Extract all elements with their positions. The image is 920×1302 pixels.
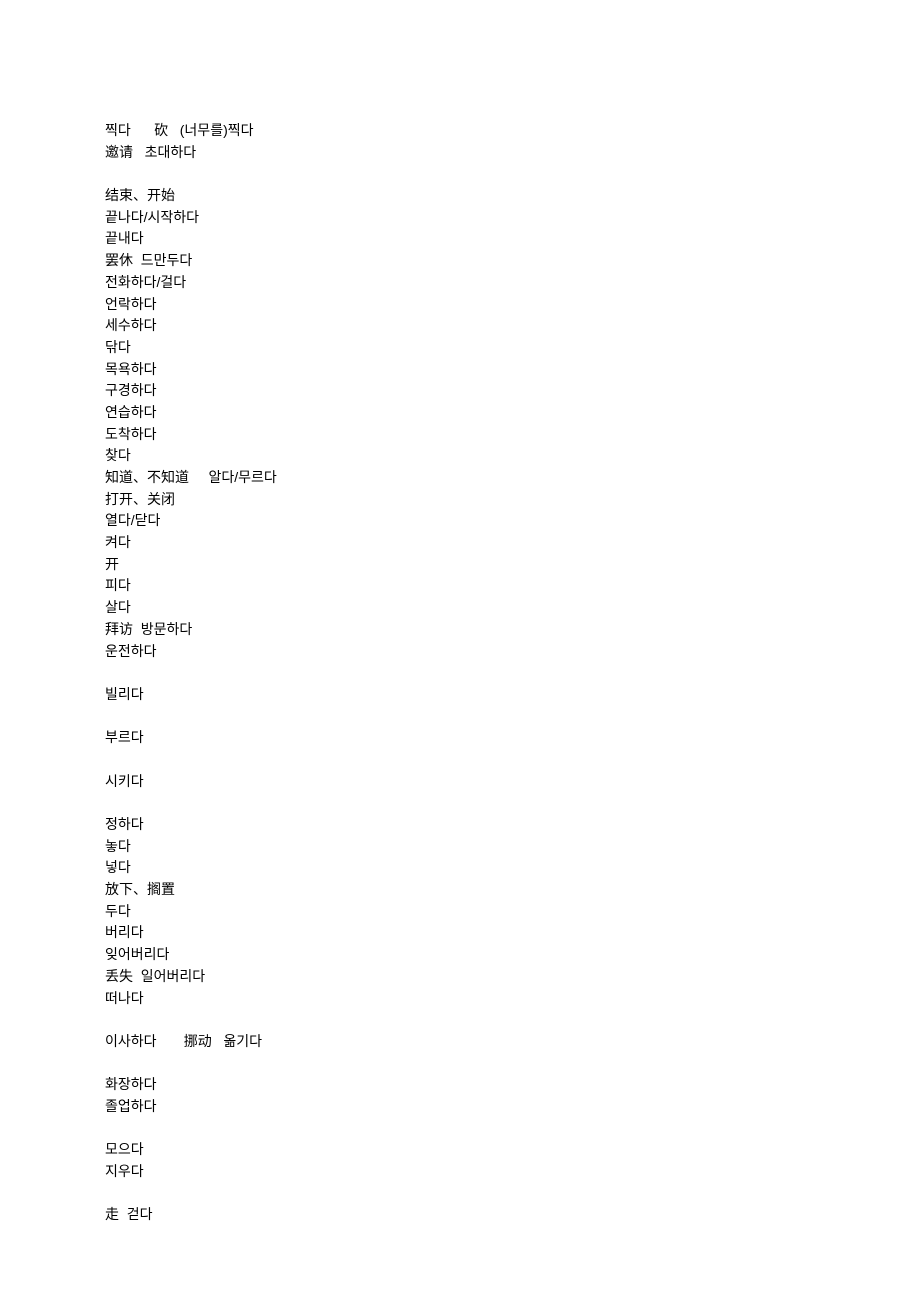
- text-line: 세수하다: [105, 315, 815, 337]
- text-line: 빌리다: [105, 684, 815, 706]
- text-line: 놓다: [105, 836, 815, 858]
- text-line: 开: [105, 554, 815, 576]
- text-line: 邀请 초대하다: [105, 142, 815, 164]
- text-line: 전화하다/걸다: [105, 272, 815, 294]
- text-line: 모으다: [105, 1139, 815, 1161]
- text-line: 이사하다 挪动 옮기다: [105, 1031, 815, 1053]
- text-line: 知道、不知道 알다/무르다: [105, 467, 815, 489]
- text-line: 찍다 砍 (너무를)찍다: [105, 120, 815, 142]
- text-line: 살다: [105, 597, 815, 619]
- text-line: [105, 1183, 815, 1205]
- text-line: 켜다: [105, 532, 815, 554]
- text-line: [105, 792, 815, 814]
- text-line: 구경하다: [105, 380, 815, 402]
- text-line: 走 걷다: [105, 1204, 815, 1226]
- text-line: 拜访 방문하다: [105, 619, 815, 641]
- text-line: 结束、开始: [105, 185, 815, 207]
- text-line: 丢失 일어버리다: [105, 966, 815, 988]
- text-line: 닦다: [105, 337, 815, 359]
- text-line: [105, 749, 815, 771]
- text-line: 放下、搁置: [105, 879, 815, 901]
- text-line: 목욕하다: [105, 359, 815, 381]
- text-line: 떠나다: [105, 988, 815, 1010]
- text-line: 버리다: [105, 922, 815, 944]
- text-line: 졸업하다: [105, 1096, 815, 1118]
- text-line: [105, 706, 815, 728]
- text-line: 정하다: [105, 814, 815, 836]
- text-line: 연습하다: [105, 402, 815, 424]
- text-line: [105, 662, 815, 684]
- text-line: [105, 1118, 815, 1140]
- text-line: [105, 1053, 815, 1075]
- text-line: 잊어버리다: [105, 944, 815, 966]
- text-line: [105, 163, 815, 185]
- text-line: 언락하다: [105, 294, 815, 316]
- text-line: 두다: [105, 901, 815, 923]
- text-line: 끝내다: [105, 228, 815, 250]
- text-line: 부르다: [105, 727, 815, 749]
- document-text-body: 찍다 砍 (너무를)찍다邀请 초대하다 结束、开始끝나다/시작하다끝내다罢休 드…: [105, 120, 815, 1226]
- text-line: 끝나다/시작하다: [105, 207, 815, 229]
- text-line: 지우다: [105, 1161, 815, 1183]
- text-line: [105, 1009, 815, 1031]
- text-line: 화장하다: [105, 1074, 815, 1096]
- text-line: 打开、关闭: [105, 489, 815, 511]
- text-line: 罢休 드만두다: [105, 250, 815, 272]
- text-line: 도착하다: [105, 424, 815, 446]
- text-line: 열다/닫다: [105, 510, 815, 532]
- text-line: 넣다: [105, 857, 815, 879]
- text-line: 시키다: [105, 771, 815, 793]
- text-line: 운전하다: [105, 641, 815, 663]
- text-line: 피다: [105, 575, 815, 597]
- text-line: 찾다: [105, 445, 815, 467]
